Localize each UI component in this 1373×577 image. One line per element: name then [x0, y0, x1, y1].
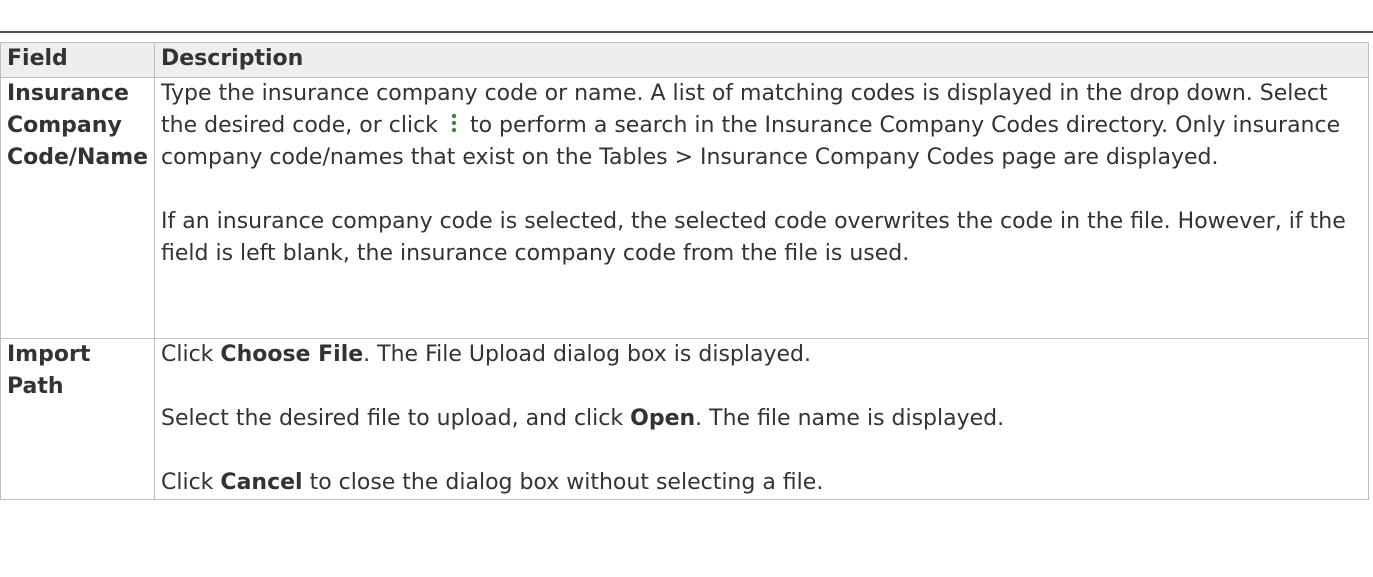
- description-paragraph: Type the insurance company code or name.…: [161, 78, 1362, 174]
- choose-file-label: Choose File: [220, 342, 364, 367]
- open-label: Open: [630, 406, 696, 431]
- top-divider: [0, 31, 1373, 33]
- table-header-row: Field Description: [0, 42, 1369, 78]
- vertical-ellipsis-icon: [451, 113, 457, 133]
- field-name: Import Path: [0, 338, 155, 500]
- text: . The File Upload dialog box is displaye…: [363, 342, 811, 367]
- field-description: Click Choose File. The File Upload dialo…: [154, 338, 1369, 500]
- header-field: Field: [0, 42, 155, 78]
- description-paragraph: If an insurance company code is selected…: [161, 209, 1346, 266]
- description-paragraph: Select the desired file to upload, and c…: [161, 403, 1362, 435]
- description-paragraph: Click Choose File. The File Upload dialo…: [161, 339, 1362, 371]
- field-description-table: Field Description Insurance Company Code…: [0, 42, 1369, 500]
- text: Select the desired file to upload, and c…: [161, 406, 631, 431]
- header-description: Description: [154, 42, 1369, 78]
- table-row: Import Path Click Choose File. The File …: [0, 338, 1369, 500]
- description-paragraph: Click Cancel to close the dialog box wit…: [161, 467, 1362, 499]
- table-row: Insurance Company Code/Name Type the ins…: [0, 77, 1369, 339]
- text: . The file name is displayed.: [695, 406, 1005, 431]
- text: to close the dialog box without selectin…: [302, 470, 824, 495]
- cancel-label: Cancel: [220, 470, 303, 495]
- field-name: Insurance Company Code/Name: [0, 77, 155, 339]
- text: Click: [161, 470, 221, 495]
- field-description: Type the insurance company code or name.…: [154, 77, 1369, 339]
- text: Click: [161, 342, 221, 367]
